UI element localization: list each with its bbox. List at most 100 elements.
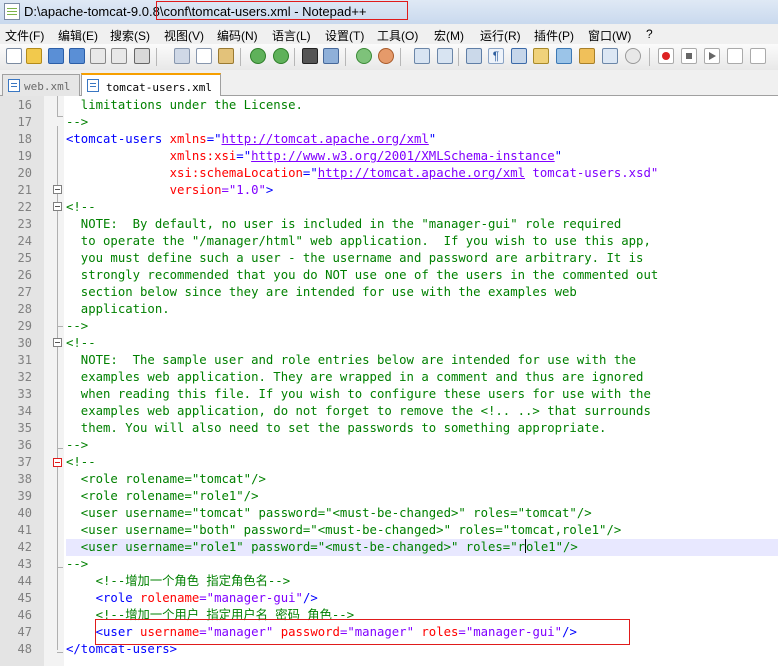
zoom-out-icon[interactable] <box>378 48 394 64</box>
xml-url-value[interactable]: http://tomcat.apache.org/xml <box>222 132 429 146</box>
fold-toggle-line21[interactable] <box>53 185 62 194</box>
comment-text: <!--增加一个角色 指定角色名--> <box>66 574 291 588</box>
menu-help[interactable]: ? <box>646 27 653 41</box>
xml-punct: =" <box>236 149 252 163</box>
code-line-22: <!-- <box>66 199 778 216</box>
stop-record-icon[interactable] <box>681 48 697 64</box>
line-number: 38 <box>17 472 32 486</box>
menu-encoding[interactable]: 编码(N) <box>217 27 258 44</box>
function-list-icon[interactable] <box>579 48 595 64</box>
tab-web-xml[interactable]: web.xml <box>2 74 80 96</box>
run-macro-icon[interactable] <box>727 48 743 64</box>
menu-file[interactable]: 文件(F) <box>5 27 44 44</box>
line-number: 39 <box>17 489 32 503</box>
comment-text: --> <box>66 557 89 571</box>
user-language-icon[interactable] <box>533 48 549 64</box>
indent-guide-icon[interactable] <box>511 48 527 64</box>
code-line-35: them. You will also need to set the pass… <box>66 420 778 437</box>
xml-attribute: rolename <box>140 591 200 605</box>
code-line-30: <!-- <box>66 335 778 352</box>
comment-text: <!-- <box>66 200 96 214</box>
menu-view[interactable]: 视图(V) <box>164 27 204 44</box>
line-number: 26 <box>17 268 32 282</box>
record-dot-icon <box>662 52 670 60</box>
line-number: 37 <box>17 455 32 469</box>
code-line-19: xmlns:xsi="http://www.w3.org/2001/XMLSch… <box>66 148 778 165</box>
record-macro-icon[interactable] <box>658 48 674 64</box>
menu-language[interactable]: 语言(L) <box>272 27 311 44</box>
code-line-25: you must define such a user - the userna… <box>66 250 778 267</box>
menu-search[interactable]: 搜索(S) <box>110 27 150 44</box>
new-file-icon[interactable] <box>6 48 22 64</box>
menu-edit[interactable]: 编辑(E) <box>58 27 98 44</box>
play-macro-icon[interactable] <box>704 48 720 64</box>
redo-icon[interactable] <box>273 48 289 64</box>
fold-toggle-line30[interactable] <box>53 338 62 347</box>
find-icon[interactable] <box>302 48 318 64</box>
code-line-28: application. <box>66 301 778 318</box>
line-number: 20 <box>17 166 32 180</box>
code-line-20: xsi:schemaLocation="http://tomcat.apache… <box>66 165 778 182</box>
word-wrap-icon[interactable] <box>466 48 482 64</box>
title-annotation-box <box>156 1 408 20</box>
comment-text: NOTE: By default, no user is included in… <box>66 217 622 231</box>
code-line-32: examples web application. They are wrapp… <box>66 369 778 386</box>
comment-text: section below since they are intended fo… <box>66 285 577 299</box>
replace-icon[interactable] <box>323 48 339 64</box>
xml-tag: <role <box>95 591 141 605</box>
zoom-in-icon[interactable] <box>356 48 372 64</box>
xml-url-value[interactable]: http://www.w3.org/2001/XMLSchema-instanc… <box>251 149 555 163</box>
editor-area[interactable]: 16 17 18 19 20 21 22 23 24 25 26 27 28 29 30 31 32 33 34 35… <box>0 96 778 666</box>
close-all-icon[interactable] <box>111 48 127 64</box>
menu-plugins[interactable]: 插件(P) <box>534 27 574 44</box>
menu-macro[interactable]: 宏(M) <box>434 27 464 44</box>
fold-toggle-line22[interactable] <box>53 202 62 211</box>
xml-attribute: version <box>169 183 222 197</box>
menu-window[interactable]: 窗口(W) <box>588 27 631 44</box>
undo-icon[interactable] <box>250 48 266 64</box>
code-line-44: <!--增加一个角色 指定角色名--> <box>66 573 778 590</box>
code-line-16: limitations under the License. <box>66 97 778 114</box>
menu-tools[interactable]: 工具(O) <box>377 27 418 44</box>
close-icon[interactable] <box>90 48 106 64</box>
sync-horizontal-icon[interactable] <box>437 48 453 64</box>
line-number: 17 <box>17 115 32 129</box>
notepadpp-app-icon <box>4 3 20 20</box>
save-icon[interactable] <box>48 48 64 64</box>
line-number: 41 <box>17 523 32 537</box>
code-line-41: <user username="both" password="<must-be… <box>66 522 778 539</box>
tab-tomcat-users-xml[interactable]: tomcat-users.xml <box>81 73 221 96</box>
comment-text: <!-- <box>66 455 96 469</box>
toolbar-separator <box>458 48 459 66</box>
fold-toggle-line37[interactable] <box>53 458 62 467</box>
doc-map-icon[interactable] <box>556 48 572 64</box>
xml-punct: " <box>554 149 563 163</box>
save-all-icon[interactable] <box>69 48 85 64</box>
eye-icon[interactable] <box>625 48 641 64</box>
menu-run[interactable]: 运行(R) <box>480 27 521 44</box>
open-file-icon[interactable] <box>26 48 42 64</box>
line-number: 40 <box>17 506 32 520</box>
toolbar: ¶ <box>0 44 778 71</box>
cut-icon[interactable] <box>174 48 190 64</box>
show-all-chars-icon[interactable]: ¶ <box>488 48 504 64</box>
xml-punct: /> <box>302 591 318 605</box>
monitor-icon[interactable] <box>602 48 618 64</box>
print-icon[interactable] <box>134 48 150 64</box>
sync-vertical-icon[interactable] <box>414 48 430 64</box>
paste-icon[interactable] <box>218 48 234 64</box>
line-number: 23 <box>17 217 32 231</box>
line-number: 19 <box>17 149 32 163</box>
copy-icon[interactable] <box>196 48 212 64</box>
xml-punct: =" <box>302 166 318 180</box>
line-number: 21 <box>17 183 32 197</box>
title-bar: D:\apache-tomcat-9.0.8\conf\tomcat-users… <box>0 0 778 25</box>
save-macro-icon[interactable] <box>750 48 766 64</box>
xml-url-value[interactable]: http://tomcat.apache.org/xml <box>318 166 525 180</box>
line-number: 29 <box>17 319 32 333</box>
code-line-40: <user username="tomcat" password="<must-… <box>66 505 778 522</box>
comment-text: to operate the "/manager/html" web appli… <box>66 234 651 248</box>
menu-settings[interactable]: 设置(T) <box>325 27 364 44</box>
